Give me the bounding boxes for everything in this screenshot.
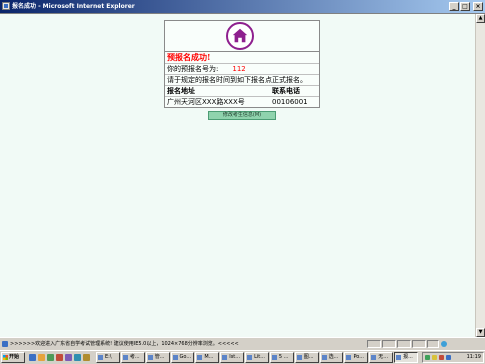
status-pane bbox=[412, 340, 426, 348]
address-cell: 广州天河区XXX路XXX号 bbox=[167, 98, 245, 106]
taskbar-button[interactable]: 报... bbox=[394, 352, 418, 363]
antivirus-icon[interactable] bbox=[439, 355, 444, 360]
table-row: 广州天河区XXX路XXX号 00106001 bbox=[165, 97, 319, 107]
desktop-quicklaunch-icon[interactable] bbox=[47, 354, 54, 361]
network-icon[interactable] bbox=[425, 355, 430, 360]
registration-result-card: 预报名成功! 你的预报名号为: 112 请于规定的报名时间到如下报名点正式报名。 … bbox=[164, 20, 320, 108]
app-quicklaunch-icon[interactable] bbox=[74, 354, 81, 361]
window-title: 报名成功 - Microsoft Internet Explorer bbox=[12, 3, 135, 10]
edit-candidate-info-button[interactable]: 修改考生信息(M) bbox=[208, 111, 276, 120]
minimize-button[interactable]: _ bbox=[449, 2, 459, 11]
taskbar-button[interactable]: Ist... bbox=[220, 352, 245, 363]
taskbar: 开始 E:\ 考... 管... Go... M... Ist... Lit... 5 ...… bbox=[0, 350, 485, 364]
status-pane bbox=[382, 340, 396, 348]
table-header-row: 报名地址 联系电话 bbox=[165, 86, 319, 97]
scroll-up-button[interactable]: ▲ bbox=[476, 14, 485, 23]
taskbar-button[interactable]: 管... bbox=[145, 352, 170, 363]
home-icon bbox=[226, 22, 254, 50]
clock: 11:19 bbox=[466, 354, 481, 360]
close-button[interactable]: × bbox=[473, 2, 483, 11]
taskbar-button[interactable]: 图... bbox=[294, 352, 319, 363]
window-controls: _ □ × bbox=[449, 2, 483, 11]
registration-number-value: 112 bbox=[232, 65, 246, 73]
media-quicklaunch-icon[interactable] bbox=[56, 354, 63, 361]
folder-quicklaunch-icon[interactable] bbox=[38, 354, 45, 361]
taskbar-button[interactable]: 选... bbox=[319, 352, 344, 363]
registration-number-row: 你的预报名号为: 112 bbox=[165, 64, 319, 75]
taskbar-button[interactable]: Po... bbox=[344, 352, 369, 363]
title-bar: 报名成功 - Microsoft Internet Explorer _ □ × bbox=[0, 0, 485, 13]
logo-row bbox=[165, 21, 319, 52]
address-header: 报名地址 bbox=[167, 87, 195, 95]
taskbar-button[interactable]: Lit... bbox=[245, 352, 269, 363]
taskbar-button[interactable]: 考... bbox=[120, 352, 145, 363]
internet-zone-icon bbox=[441, 341, 447, 347]
instruction-text: 请于规定的报名时间到如下报名点正式报名。 bbox=[165, 75, 319, 86]
registration-number-label: 你的预报名号为: bbox=[167, 65, 219, 73]
system-tray: 11:19 bbox=[422, 352, 484, 363]
status-bar: >>>>>>欢迎进入广东省自学考试管理系统! 建议使用IE5.0以上，1024×… bbox=[0, 337, 485, 350]
phone-cell: 00106001 bbox=[272, 98, 308, 106]
app-quicklaunch-icon[interactable] bbox=[65, 354, 72, 361]
vertical-scrollbar[interactable]: ▲ ▼ bbox=[475, 14, 485, 337]
taskbar-button[interactable]: M... bbox=[195, 352, 220, 363]
volume-icon[interactable] bbox=[432, 355, 437, 360]
task-buttons: E:\ 考... 管... Go... M... Ist... Lit... 5 ... 图..… bbox=[96, 352, 418, 363]
ie-icon bbox=[2, 2, 10, 10]
ime-icon[interactable] bbox=[446, 355, 451, 360]
status-text: >>>>>>欢迎进入广东省自学考试管理系统! 建议使用IE5.0以上，1024×… bbox=[10, 341, 239, 347]
page-viewport: 预报名成功! 你的预报名号为: 112 请于规定的报名时间到如下报名点正式报名。 … bbox=[0, 13, 485, 337]
phone-header: 联系电话 bbox=[272, 87, 300, 95]
ie-quicklaunch-icon[interactable] bbox=[29, 354, 36, 361]
taskbar-button[interactable]: 5 ... bbox=[269, 352, 294, 363]
status-pane bbox=[367, 340, 381, 348]
start-button[interactable]: 开始 bbox=[1, 352, 25, 363]
status-pane bbox=[427, 340, 439, 348]
page-status-icon bbox=[2, 341, 8, 347]
taskbar-button[interactable]: E:\ bbox=[96, 352, 120, 363]
maximize-button[interactable]: □ bbox=[460, 2, 470, 11]
app-quicklaunch-icon[interactable] bbox=[83, 354, 90, 361]
taskbar-button[interactable]: Go... bbox=[170, 352, 195, 363]
status-pane bbox=[397, 340, 411, 348]
taskbar-button[interactable]: 无... bbox=[369, 352, 394, 363]
success-title: 预报名成功! bbox=[165, 52, 319, 64]
scroll-down-button[interactable]: ▼ bbox=[476, 328, 485, 337]
